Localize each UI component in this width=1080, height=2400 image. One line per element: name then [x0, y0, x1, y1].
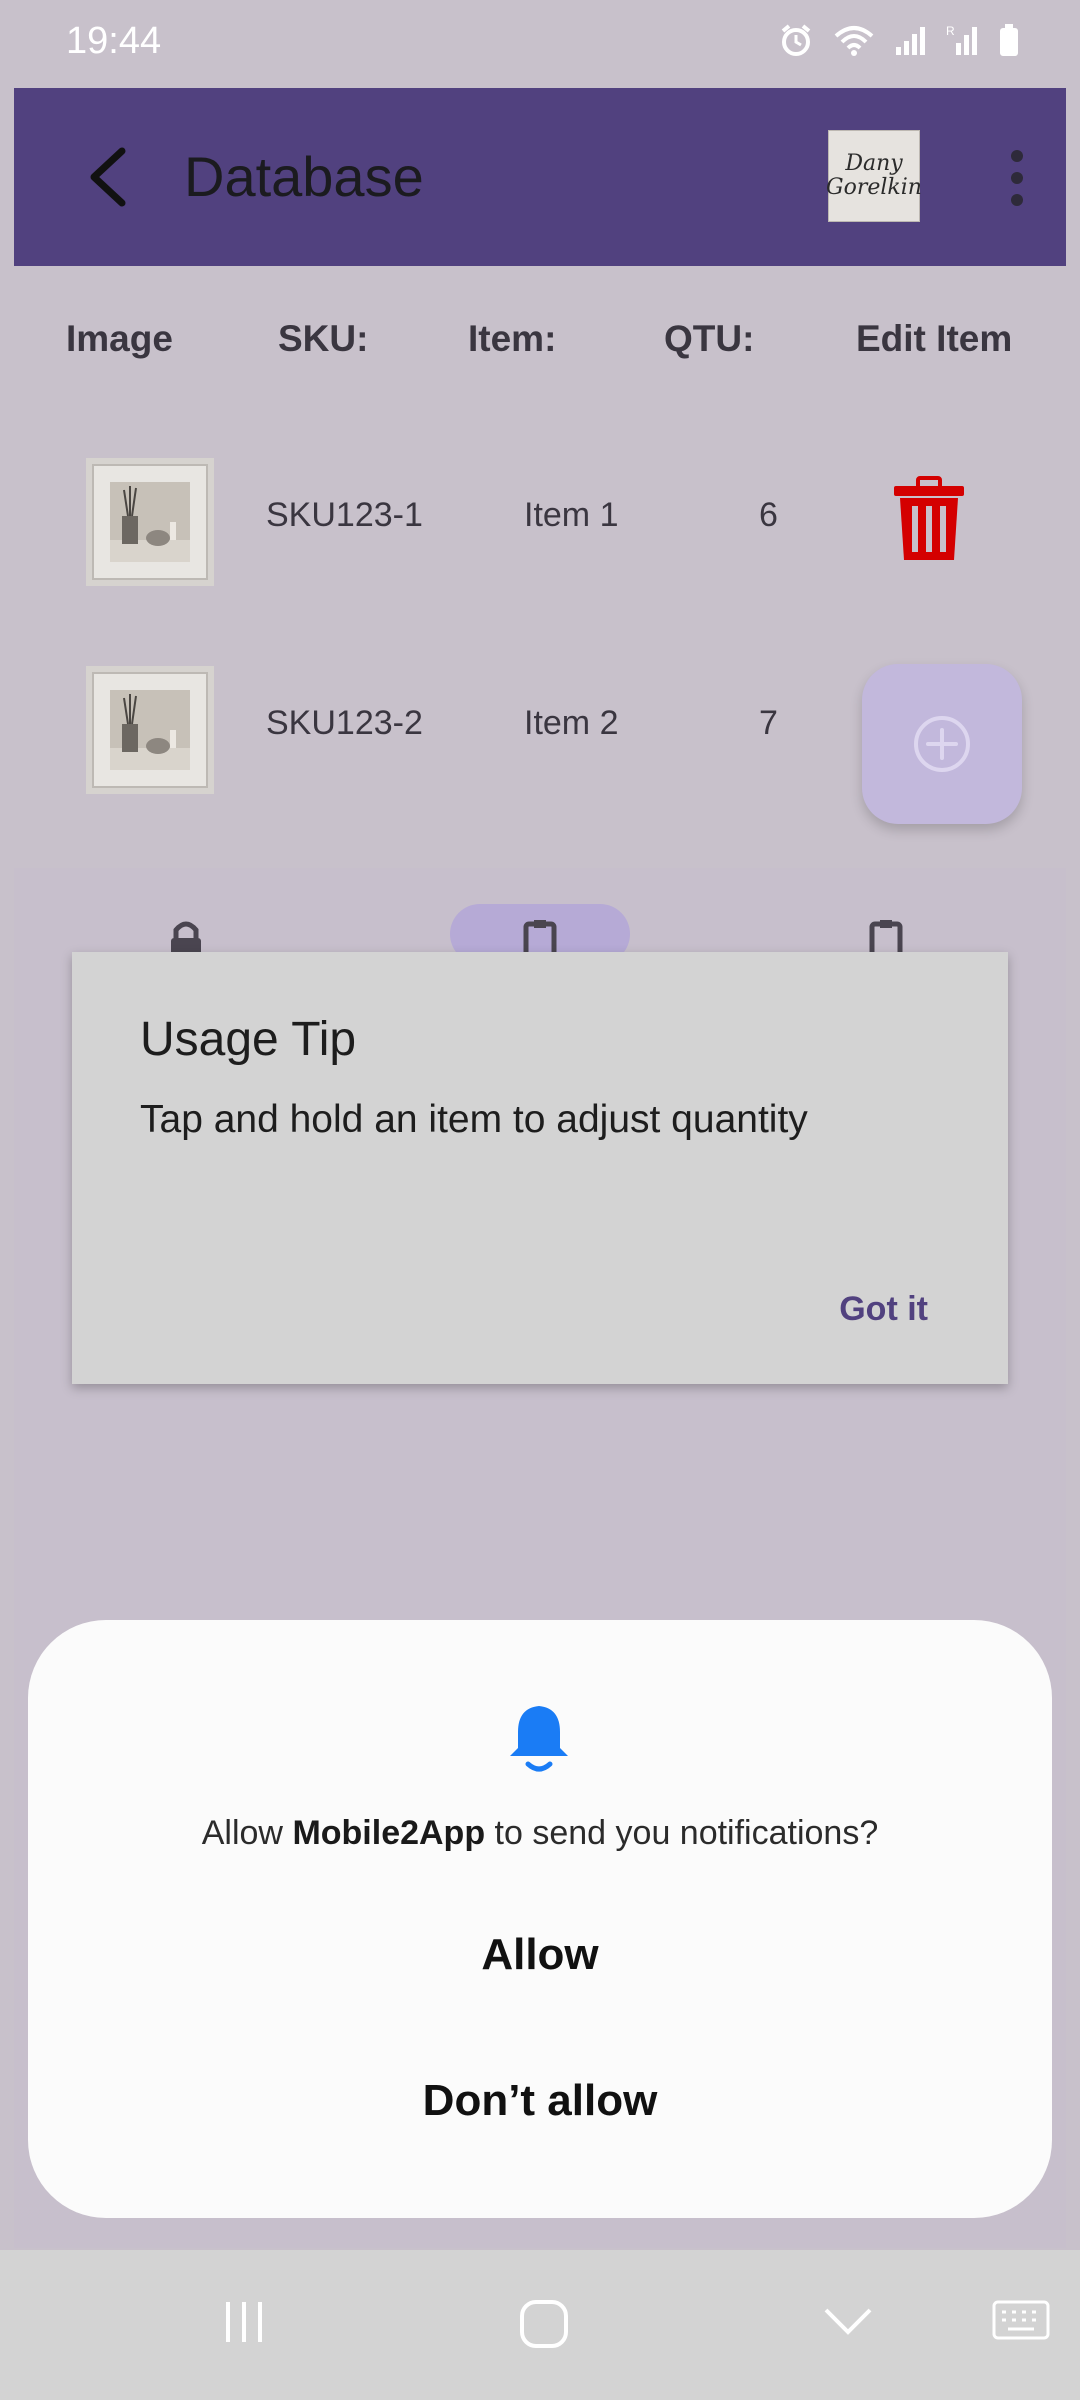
overflow-menu-button[interactable]	[982, 146, 1052, 210]
more-dot-icon	[1011, 172, 1023, 184]
qty-cell: 6	[759, 496, 778, 534]
product-photo	[110, 690, 190, 770]
table-header: Image SKU: Item: QTU: Edit Item	[0, 300, 1080, 380]
status-bar: 19:44 R	[0, 0, 1080, 88]
dont-allow-button[interactable]: Don’t allow	[28, 2076, 1052, 2126]
add-circle-icon	[914, 716, 970, 772]
allow-button[interactable]: Allow	[28, 1930, 1052, 1980]
status-time: 19:44	[66, 20, 162, 62]
app-bar: Database Dany Gorelkin	[14, 88, 1066, 266]
sku-cell: SKU123-2	[266, 704, 423, 742]
item-cell: Item 1	[524, 496, 619, 534]
qty-cell: 7	[759, 704, 778, 742]
column-header-image: Image	[66, 318, 173, 359]
more-dot-icon	[1011, 194, 1023, 206]
back-button[interactable]	[64, 132, 154, 222]
dialog-title: Usage Tip	[140, 1013, 357, 1066]
notification-permission-sheet: Allow Mobile2App to send you notificatio…	[28, 1620, 1052, 2218]
product-photo	[110, 482, 190, 562]
logo-text-line-1: Dany	[845, 151, 903, 176]
column-header-item: Item:	[468, 318, 557, 359]
status-icons: R	[778, 22, 1020, 58]
table-row[interactable]: SKU123-1 Item 1 6	[0, 442, 1080, 592]
keyboard-icon[interactable]	[992, 2298, 1050, 2342]
roaming-signal-icon: R	[946, 24, 977, 55]
system-navigation-bar	[0, 2250, 1080, 2400]
app-name: Mobile2App	[292, 1814, 486, 1852]
trash-icon	[894, 476, 964, 560]
battery-icon	[1000, 24, 1018, 56]
back-chevron-icon[interactable]	[822, 2298, 874, 2346]
dialog-message: Tap and hold an item to adjust quantity	[140, 1098, 808, 1141]
svg-text:R: R	[946, 24, 955, 38]
sku-cell: SKU123-1	[266, 496, 423, 534]
column-header-qty: QTU:	[664, 318, 755, 359]
add-item-button[interactable]	[862, 664, 1022, 824]
permission-message-suffix: to send you notifications?	[485, 1814, 879, 1852]
recent-apps-icon[interactable]	[220, 2298, 268, 2346]
back-arrow-icon	[90, 147, 126, 207]
brand-logo: Dany Gorelkin	[826, 130, 922, 222]
column-header-edit: Edit Item	[856, 318, 1013, 359]
delete-button[interactable]	[892, 476, 966, 562]
usage-tip-dialog: Usage Tip Tap and hold an item to adjust…	[72, 952, 1008, 1384]
permission-message: Allow Mobile2App to send you notificatio…	[28, 1814, 1052, 1853]
bell-icon	[510, 1706, 568, 1772]
home-icon[interactable]	[518, 2298, 570, 2350]
column-header-sku: SKU:	[278, 318, 369, 359]
got-it-button[interactable]: Got it	[839, 1290, 928, 1329]
logo-text-line-2: Gorelkin	[826, 175, 922, 200]
item-cell: Item 2	[524, 704, 619, 742]
page-title: Database	[184, 145, 424, 208]
more-dot-icon	[1011, 150, 1023, 162]
wifi-icon	[834, 26, 874, 56]
signal-icon	[896, 27, 925, 55]
permission-message-prefix: Allow	[201, 1814, 293, 1852]
item-thumbnail	[86, 458, 214, 586]
alarm-icon	[781, 24, 811, 56]
item-thumbnail	[86, 666, 214, 794]
